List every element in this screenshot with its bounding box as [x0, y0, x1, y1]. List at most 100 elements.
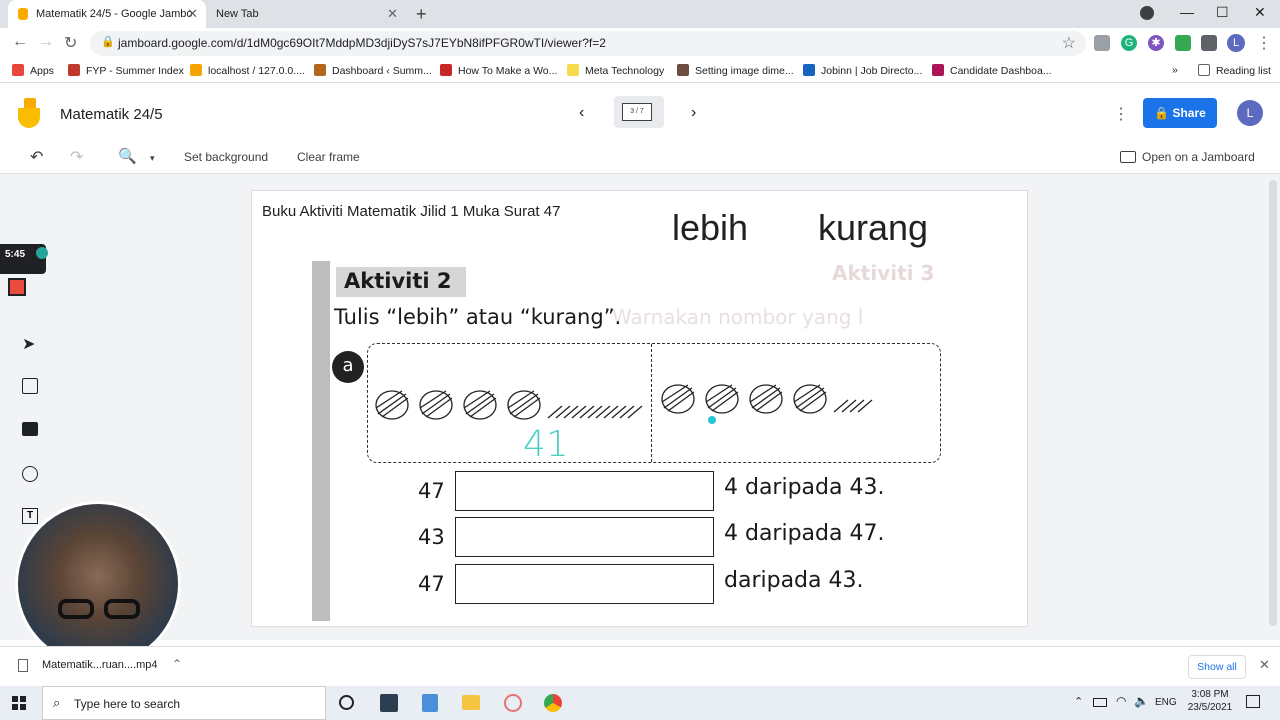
textbook-page-image[interactable]: Aktiviti 3 Warnakan nombor yang l Aktivi… [312, 261, 952, 621]
more-bookmarks-chevron[interactable]: » [1172, 64, 1178, 76]
notifications-icon[interactable] [1246, 695, 1260, 708]
battery-icon[interactable] [1093, 698, 1107, 707]
clock-time: 3:08 PM [1191, 689, 1229, 700]
download-file-name[interactable]: Matematik...ruan....mp4 [42, 659, 158, 671]
zoom-dropdown-chevron-icon[interactable]: ▾ [150, 153, 155, 164]
volume-icon[interactable]: 🔈 [1134, 694, 1149, 708]
answer-box[interactable] [455, 517, 714, 557]
open-on-jamboard-label: Open on a Jamboard [1142, 150, 1255, 164]
bookmark-meta[interactable]: Meta Technology [567, 64, 664, 77]
language-indicator[interactable]: ENG [1155, 697, 1177, 708]
bookmark-star-icon[interactable]: ☆ [1062, 33, 1076, 53]
answer-box[interactable] [455, 471, 714, 511]
tab-new-tab[interactable]: New Tab ✕ [206, 0, 406, 28]
forward-arrow-icon[interactable]: → [38, 33, 54, 51]
vertical-scrollbar[interactable] [1269, 180, 1277, 626]
more-options-icon[interactable]: ⋮ [1113, 104, 1129, 124]
jam-title: Matematik 24/5 [60, 106, 163, 123]
reload-icon[interactable]: ↻ [64, 33, 77, 53]
canvas-area: 5:45 ➤ T Buku Aktiviti Matematik Jilid 1… [0, 174, 1280, 667]
frame-bar-toggle[interactable]: 3 / 7 [614, 96, 664, 128]
set-background-button[interactable]: Set background [184, 150, 268, 164]
undo-icon[interactable]: ↶ [30, 147, 43, 167]
bookmark-label: localhost / 127.0.0.... [208, 65, 305, 77]
reading-list-label: Reading list [1216, 65, 1271, 77]
close-download-bar-icon[interactable]: ✕ [1259, 657, 1270, 673]
zoom-icon[interactable]: 🔍 [118, 147, 137, 165]
bookmark-apps[interactable]: Apps [12, 64, 54, 77]
stop-recording-icon[interactable] [8, 278, 26, 296]
bookmark-how-to[interactable]: How To Make a Wo... [440, 64, 557, 77]
profile-menu-icon[interactable] [1140, 6, 1154, 20]
store-icon[interactable] [380, 694, 398, 712]
jam-toolbar: ↶ ↷ 🔍 ▾ Set background Clear frame Open … [0, 142, 1280, 174]
bookmark-jobinn[interactable]: Jobinn | Job Directo... [803, 64, 922, 77]
account-avatar[interactable]: L [1237, 100, 1263, 126]
previous-frame-chevron-icon[interactable]: ‹ [579, 104, 584, 122]
circle-shape-icon[interactable] [22, 466, 38, 482]
maximize-icon[interactable]: ☐ [1216, 4, 1229, 21]
select-arrow-icon[interactable]: ➤ [22, 334, 35, 354]
item-a-badge: a [332, 351, 364, 383]
tab-title: New Tab [216, 8, 259, 20]
reading-list-button[interactable]: Reading list [1198, 64, 1271, 77]
notes-extension-icon[interactable] [1175, 35, 1191, 51]
bookmark-favicon-icon [932, 64, 944, 76]
profile-avatar[interactable]: L [1227, 34, 1245, 52]
back-arrow-icon[interactable]: ← [12, 33, 28, 51]
sticky-note-icon[interactable] [22, 378, 38, 394]
chrome-menu-icon[interactable]: ⋮ [1256, 33, 1272, 53]
bookmark-label: Setting image dime... [695, 65, 794, 77]
glasses-right [104, 599, 140, 619]
share-button[interactable]: 🔒 Share [1143, 98, 1217, 128]
file-explorer-icon[interactable] [462, 695, 480, 710]
row-number: 43 [418, 525, 445, 549]
show-all-button[interactable]: Show all [1188, 655, 1246, 679]
bookmark-dashboard[interactable]: Dashboard ‹ Summ... [314, 64, 432, 77]
camera-extension-icon[interactable] [1094, 35, 1110, 51]
right-bundles-drawing [661, 384, 873, 424]
reading-list-icon [1198, 64, 1210, 76]
clock-date: 23/5/2021 [1187, 702, 1233, 713]
close-tab-icon[interactable]: ✕ [387, 6, 398, 22]
taskbar-search-input[interactable]: ⌕ Type here to search [42, 686, 326, 720]
minimize-icon[interactable]: — [1180, 4, 1194, 20]
windows-start-icon[interactable] [12, 696, 26, 710]
bookmark-candidate[interactable]: Candidate Dashboa... [932, 64, 1052, 77]
grammarly-extension-icon[interactable]: G [1121, 35, 1137, 51]
bookmark-fyp[interactable]: FYP - Summer Index [68, 64, 184, 77]
add-image-icon[interactable] [22, 422, 38, 436]
extensions-puzzle-icon[interactable] [1201, 35, 1217, 51]
word-less-text[interactable]: kurang [818, 207, 928, 249]
laser-pointer-dot [708, 416, 716, 424]
window-close-icon[interactable]: ✕ [1254, 4, 1266, 21]
bookmark-setting-image[interactable]: Setting image dime... [677, 64, 794, 77]
tab-matematik[interactable]: Matematik 24/5 - Google Jambo ✕ [8, 0, 206, 28]
chrome-taskbar-icon[interactable] [544, 694, 562, 712]
answer-box[interactable] [455, 564, 714, 604]
hidden-icons-chevron-icon[interactable]: ⌃ [1074, 695, 1083, 708]
new-tab-plus-icon[interactable]: + [416, 4, 427, 25]
jam-frame[interactable]: Buku Aktiviti Matematik Jilid 1 Muka Sur… [251, 190, 1028, 627]
close-tab-icon[interactable]: ✕ [187, 6, 198, 22]
webcam-overlay [15, 501, 181, 667]
download-options-chevron-icon[interactable]: ⌃ [172, 657, 182, 671]
word-more-text[interactable]: lebih [672, 207, 748, 249]
address-bar[interactable]: 🔒 jamboard.google.com/d/1dM0gc69OIt7Mddp… [90, 31, 1086, 56]
jamboard-favicon-icon [18, 8, 28, 20]
calculator-icon[interactable] [422, 694, 438, 712]
snipping-tool-icon[interactable] [504, 694, 522, 712]
redo-icon[interactable]: ↷ [70, 147, 83, 167]
clear-frame-button[interactable]: Clear frame [297, 150, 360, 164]
windows-taskbar: ⌕ Type here to search ⌃ ◠ 🔈 ENG 3:08 PM … [0, 686, 1280, 720]
cast-screen-icon [1120, 151, 1136, 163]
bookmark-localhost[interactable]: localhost / 127.0.0.... [190, 64, 305, 77]
wifi-icon[interactable]: ◠ [1116, 694, 1126, 708]
open-on-jamboard-button[interactable]: Open on a Jamboard [1120, 150, 1255, 164]
cortana-circle-icon[interactable] [339, 695, 354, 710]
lock-icon: 🔒 [101, 36, 115, 48]
next-frame-chevron-icon[interactable]: › [691, 104, 696, 122]
text-box-icon[interactable]: T [22, 508, 38, 524]
gear-extension-icon[interactable]: ✱ [1148, 35, 1164, 51]
clock[interactable]: 3:08 PM 23/5/2021 [1186, 689, 1234, 713]
